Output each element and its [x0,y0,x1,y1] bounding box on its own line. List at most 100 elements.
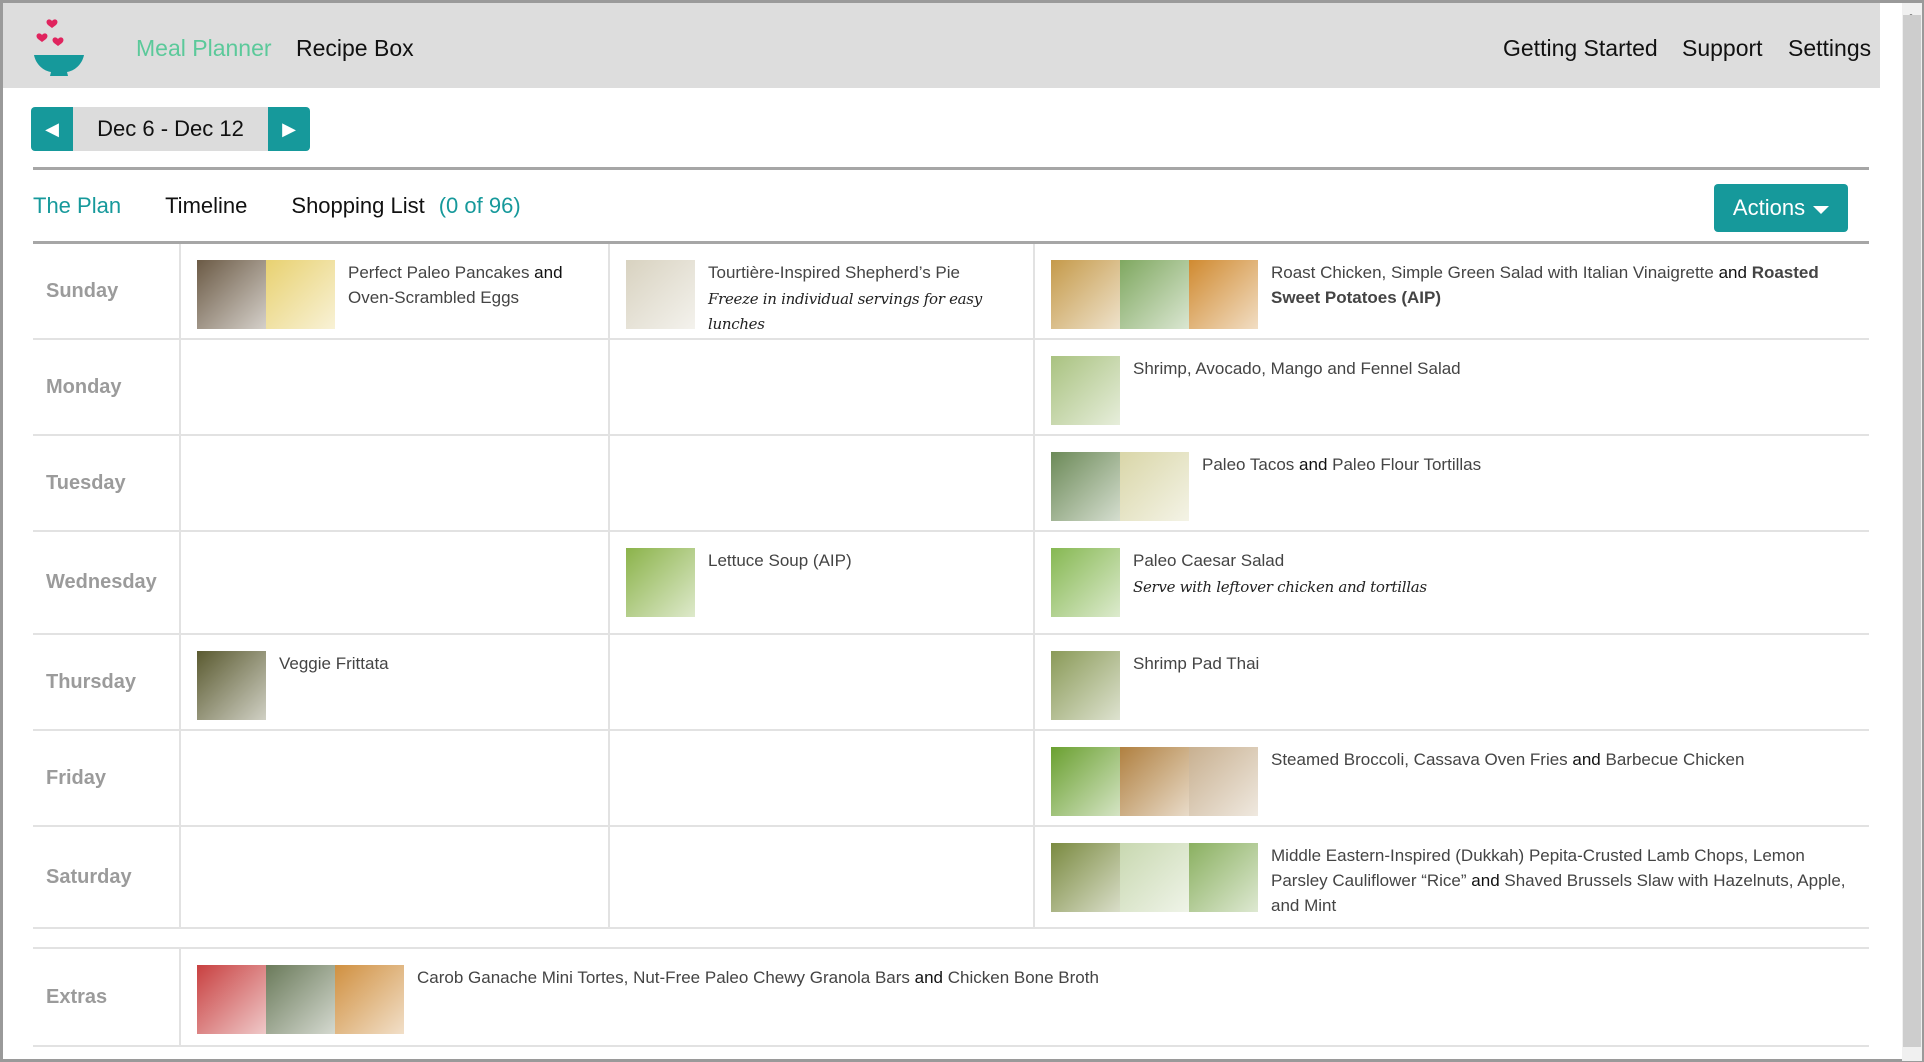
recipe-image[interactable] [1051,747,1120,816]
meal-title[interactable]: Veggie Frittata [279,651,389,676]
recipe-thumbnails[interactable] [1051,747,1258,816]
day-label: Sunday [46,279,119,302]
recipe-image[interactable] [1051,452,1120,521]
meal-slot[interactable]: Perfect Paleo Pancakes and Oven-Scramble… [179,244,608,338]
tab-timeline[interactable]: Timeline [165,193,247,219]
bowl-hearts-logo[interactable] [30,13,88,79]
meal-title[interactable]: Shrimp, Avocado, Mango and Fennel Salad [1133,356,1461,381]
meal-slot[interactable]: Roast Chicken, Simple Green Salad with I… [1033,244,1869,338]
meal-slot[interactable]: Lettuce Soup (AIP) [608,532,1033,633]
recipe-image[interactable] [197,260,266,329]
meal-slot[interactable]: Shrimp Pad Thai [1033,635,1869,729]
recipe-image[interactable] [626,548,695,617]
recipe-image[interactable] [1051,651,1120,720]
recipe-link[interactable]: Roast Chicken, Simple Green Salad with I… [1271,263,1714,282]
recipe-image[interactable] [1051,843,1120,912]
meal-slot[interactable] [608,731,1033,825]
recipe-image[interactable] [197,965,266,1034]
recipe-link[interactable]: Steamed Broccoli, Cassava Oven Fries [1271,750,1568,769]
meal-title[interactable]: Paleo Tacos and Paleo Flour Tortillas [1202,452,1481,477]
recipe-link[interactable]: Shrimp, Avocado, Mango and Fennel Salad [1133,359,1461,378]
meal-slot[interactable]: Paleo Tacos and Paleo Flour Tortillas [1033,436,1869,530]
recipe-image[interactable] [1120,747,1189,816]
meal-title[interactable]: Carob Ganache Mini Tortes, Nut-Free Pale… [417,965,1099,990]
recipe-image[interactable] [1120,260,1189,329]
recipe-link[interactable]: Paleo Caesar Salad [1133,551,1284,570]
recipe-link[interactable]: Lettuce Soup (AIP) [708,551,852,570]
recipe-thumbnails[interactable] [626,548,695,617]
recipe-thumbnails[interactable] [626,260,695,329]
recipe-thumbnails[interactable] [1051,356,1120,425]
recipe-image[interactable] [1120,843,1189,912]
recipe-image[interactable] [335,965,404,1034]
meal-slot[interactable] [608,827,1033,927]
recipe-image[interactable] [1051,260,1120,329]
tab-shopping-list[interactable]: Shopping List [291,193,424,219]
recipe-image[interactable] [266,965,335,1034]
vertical-scrollbar[interactable]: ︿ [1902,3,1922,1061]
recipe-thumbnails[interactable] [197,651,266,720]
recipe-image[interactable] [1051,356,1120,425]
recipe-thumbnails[interactable] [197,260,335,329]
recipe-image[interactable] [626,260,695,329]
meal-title[interactable]: Perfect Paleo Pancakes and Oven-Scramble… [348,260,592,310]
shopping-list-count[interactable]: (0 of 96) [439,193,521,219]
meal-slot[interactable] [608,635,1033,729]
recipe-thumbnails[interactable] [1051,651,1120,720]
scrollbar-thumb[interactable] [1903,15,1921,1047]
recipe-thumbnails[interactable] [1051,452,1189,521]
meal-title[interactable]: Middle Eastern-Inspired (Dukkah) Pepita-… [1271,843,1853,918]
tab-the-plan[interactable]: The Plan [33,193,121,219]
recipe-image[interactable] [1120,452,1189,521]
meal-slot[interactable]: Middle Eastern-Inspired (Dukkah) Pepita-… [1033,827,1869,927]
meal-title[interactable]: Shrimp Pad Thai [1133,651,1259,676]
recipe-thumbnails[interactable] [1051,843,1258,912]
recipe-link[interactable]: Shrimp Pad Thai [1133,654,1259,673]
meal-slot[interactable] [179,436,608,530]
recipe-image[interactable] [266,260,335,329]
recipe-image[interactable] [1189,843,1258,912]
recipe-image[interactable] [1189,747,1258,816]
nav-getting-started[interactable]: Getting Started [1503,35,1658,62]
recipe-image[interactable] [1189,260,1258,329]
meal-slot[interactable]: Veggie Frittata [179,635,608,729]
actions-button[interactable]: Actions [1714,184,1848,232]
recipe-thumbnails[interactable] [197,965,404,1034]
meal-slot[interactable] [179,340,608,434]
recipe-image[interactable] [1051,548,1120,617]
recipe-link[interactable]: Chicken Bone Broth [948,968,1099,987]
meal-title[interactable]: Lettuce Soup (AIP) [708,548,852,573]
recipe-link[interactable]: Tourtière-Inspired Shepherd’s Pie [708,263,960,282]
prev-week-button[interactable]: ◀ [31,107,73,151]
meal-slot[interactable] [179,731,608,825]
next-week-button[interactable]: ▶ [268,107,310,151]
recipe-thumbnails[interactable] [1051,260,1258,329]
meal-title[interactable]: Steamed Broccoli, Cassava Oven Fries and… [1271,747,1744,772]
recipe-link[interactable]: Barbecue Chicken [1605,750,1744,769]
nav-settings[interactable]: Settings [1788,35,1871,62]
recipe-link[interactable]: Veggie Frittata [279,654,389,673]
recipe-link[interactable]: Oven-Scrambled Eggs [348,288,519,307]
conjunction: and [1294,455,1333,474]
recipe-link[interactable]: Carob Ganache Mini Tortes, Nut-Free Pale… [417,968,910,987]
meal-title[interactable]: Roast Chicken, Simple Green Salad with I… [1271,260,1853,310]
meal-slot[interactable] [179,532,608,633]
nav-recipe-box[interactable]: Recipe Box [296,35,414,62]
meal-slot[interactable]: Paleo Caesar Salad Serve with leftover ch… [1033,532,1869,633]
recipe-link[interactable]: Paleo Tacos [1202,455,1294,474]
meal-slot[interactable]: Shrimp, Avocado, Mango and Fennel Salad [1033,340,1869,434]
meal-slot[interactable] [608,340,1033,434]
meal-slot[interactable] [179,827,608,927]
recipe-link[interactable]: Perfect Paleo Pancakes [348,263,529,282]
nav-meal-planner[interactable]: Meal Planner [136,35,272,62]
meal-slot[interactable]: Tourtière-Inspired Shepherd’s Pie Freeze … [608,244,1033,338]
meal-title[interactable]: Paleo Caesar Salad Serve with leftover ch… [1133,548,1427,600]
meal-slot[interactable]: Steamed Broccoli, Cassava Oven Fries and… [1033,731,1869,825]
recipe-thumbnails[interactable] [1051,548,1120,617]
meal-title[interactable]: Tourtière-Inspired Shepherd’s Pie Freeze … [708,260,1017,337]
nav-support[interactable]: Support [1682,35,1763,62]
recipe-image[interactable] [197,651,266,720]
recipe-link[interactable]: Paleo Flour Tortillas [1332,455,1481,474]
extras-slot[interactable]: Carob Ganache Mini Tortes, Nut-Free Pale… [179,949,1869,1045]
meal-slot[interactable] [608,436,1033,530]
